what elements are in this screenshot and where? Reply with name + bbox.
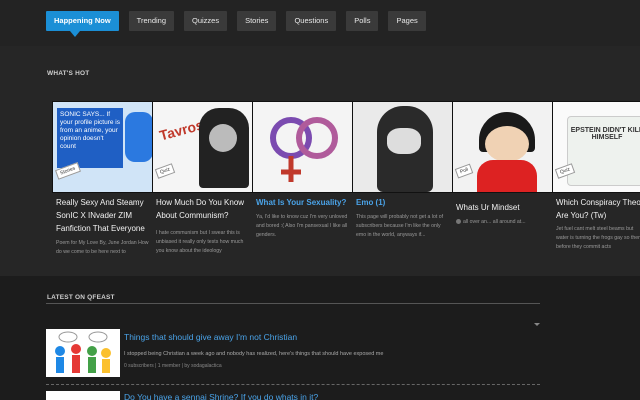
tab-happening-now[interactable]: Happening Now bbox=[46, 11, 119, 37]
tab-quizzes[interactable]: Quizzes bbox=[184, 11, 228, 31]
card-type-tag: Poll bbox=[454, 163, 474, 179]
card-title[interactable]: What Is Your Sexuality? bbox=[256, 196, 352, 209]
section-divider bbox=[46, 303, 540, 304]
item-description: I stopped being Christian a week ago and… bbox=[124, 351, 384, 357]
tab-polls[interactable]: Polls bbox=[346, 11, 379, 31]
item-title[interactable]: Do You have a sennai Shrine? If you do w… bbox=[124, 392, 318, 400]
people-talking-icon bbox=[55, 331, 111, 373]
card-description: Jet fuel cant melt steel beams but water… bbox=[556, 226, 640, 250]
item-meta: 0 subscribers | 1 member | by sodagalact… bbox=[124, 363, 222, 369]
thumb-caption: EPSTEIN DIDN'T KILL HIMSELF bbox=[567, 116, 640, 186]
card-thumbnail[interactable]: Tavros Quiz bbox=[152, 101, 256, 193]
card-thumbnail[interactable]: EPSTEIN DIDN'T KILL HIMSELF Quiz bbox=[552, 101, 640, 193]
card-description: Poem for My Love By, June Jordan How do … bbox=[56, 240, 149, 255]
card-description-text: all over an... all around at... bbox=[463, 219, 526, 225]
card-title[interactable]: Emo (1) bbox=[356, 196, 452, 209]
sonic-figure-icon bbox=[125, 112, 153, 162]
card-thumbnail[interactable]: SONIC SAYS... If your profile picture is… bbox=[52, 101, 156, 193]
item-divider bbox=[46, 384, 540, 385]
character-face-icon bbox=[209, 124, 237, 152]
top-bar: Happening Now Trending Quizzes Stories Q… bbox=[0, 0, 640, 46]
emo-face-icon bbox=[387, 128, 421, 154]
item-title[interactable]: Things that should give away I'm not Chr… bbox=[124, 332, 297, 342]
card-description: Ya, I'd like to know cuz I'm very unlove… bbox=[256, 214, 348, 238]
latest-heading: LATEST ON QFEAST bbox=[47, 294, 115, 301]
card-title[interactable]: Whats Ur Mindset bbox=[456, 201, 552, 214]
shirt-icon bbox=[477, 160, 537, 192]
thumb-caption: SONIC SAYS... If your profile picture is… bbox=[57, 108, 123, 168]
card-description: This page will probably not get a lot of… bbox=[356, 214, 444, 238]
tab-trending[interactable]: Trending bbox=[128, 11, 174, 31]
card-description: I hate communism but I swear this is unb… bbox=[156, 230, 244, 254]
chevron-down-icon[interactable] bbox=[534, 323, 540, 326]
whats-hot-heading: WHAT'S HOT bbox=[47, 70, 90, 77]
card-title[interactable]: Which Conspiracy Theory Are You? (Tw) bbox=[556, 196, 640, 222]
tab-questions[interactable]: Questions bbox=[286, 11, 337, 31]
card-thumbnail[interactable] bbox=[252, 101, 356, 193]
tab-pages[interactable]: Pages bbox=[388, 11, 426, 31]
gender-symbol-icon bbox=[270, 117, 338, 182]
card-description: all over an... all around at... bbox=[456, 218, 552, 227]
card-thumbnail[interactable] bbox=[352, 101, 456, 193]
tab-stories[interactable]: Stories bbox=[237, 11, 277, 31]
main-nav: Happening Now Trending Quizzes Stories Q… bbox=[46, 11, 436, 37]
card-thumbnail[interactable]: Poll bbox=[452, 101, 556, 193]
hot-carousel: SONIC SAYS... If your profile picture is… bbox=[0, 101, 640, 271]
face-icon bbox=[485, 126, 529, 162]
card-type-tag: Quiz bbox=[154, 163, 176, 179]
card-title[interactable]: How Much Do You Know About Communism? bbox=[156, 196, 252, 222]
whats-hot-section: WHAT'S HOT SONIC SAYS... If your profile… bbox=[0, 46, 640, 276]
dot-icon bbox=[456, 219, 461, 225]
card-title[interactable]: Really Sexy And Steamy SonIC X INvader Z… bbox=[56, 196, 152, 235]
item-thumbnail[interactable] bbox=[46, 329, 120, 377]
item-thumbnail[interactable] bbox=[46, 391, 120, 400]
